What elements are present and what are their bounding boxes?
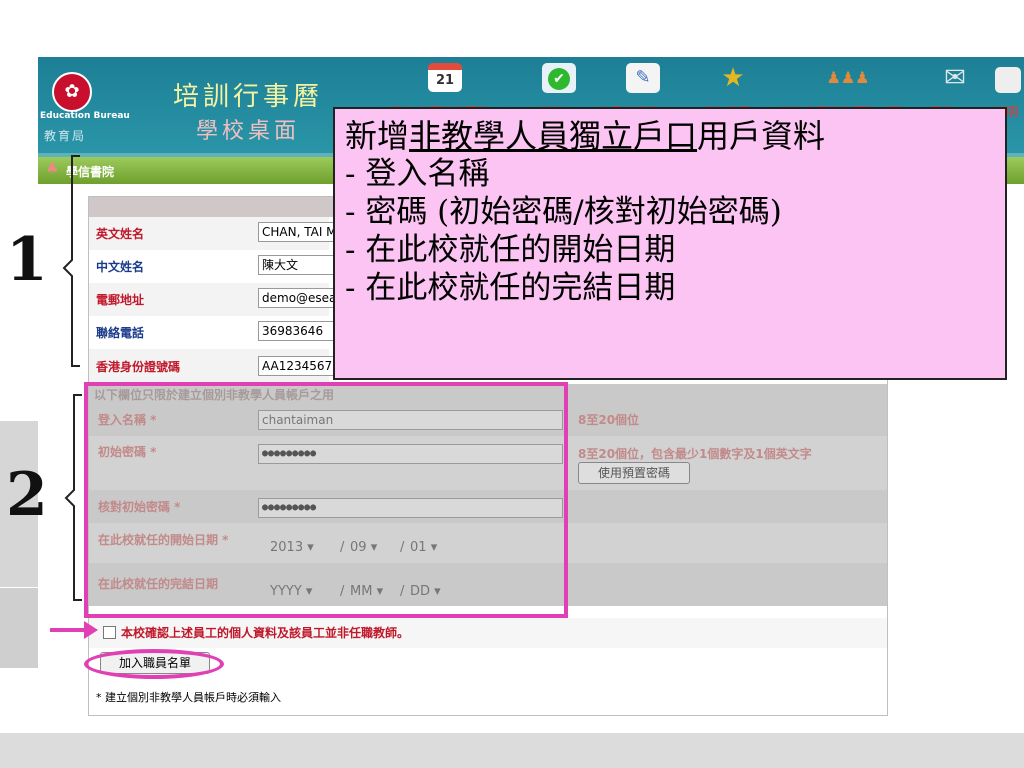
hk-emblem-logo: ✿ (52, 72, 92, 112)
arrow-right-icon (84, 621, 98, 639)
callout-line: - 在此校就任的完結日期 (345, 270, 676, 306)
callout-title-underlined: 非教學人員獨立戶口 (409, 117, 698, 155)
star-icon[interactable]: ★ (716, 63, 750, 93)
calendar-icon[interactable]: 21 (428, 63, 462, 92)
callout-title-pre: 新增 (345, 117, 410, 155)
left-grey-block-lower (0, 588, 38, 668)
approve-check-icon[interactable]: ✔ (542, 63, 576, 93)
login-name-hint: 8至20個位 (578, 413, 640, 427)
edb-name-en: Education Bureau (40, 111, 130, 121)
callout-line: - 在此校就任的開始日期 (345, 232, 676, 268)
highlight-box (84, 382, 568, 618)
edb-name-zh: 教育局 (44, 129, 87, 143)
english-name-label: 英文姓名 (96, 227, 145, 241)
callout-title-post: 用戶資料 (697, 117, 826, 155)
callout-title: 新增非教學人員獨立戶口用戶資料 (345, 117, 1005, 155)
people-group-icon[interactable]: ♟♟♟ (826, 63, 870, 93)
phone-label: 聯絡電話 (96, 326, 145, 340)
app-title: 培訓行事曆 (173, 82, 324, 112)
use-preset-password-button[interactable]: 使用預置密碼 (578, 462, 690, 484)
school-icon: ♣ (46, 161, 59, 177)
email-label: 電郵地址 (96, 293, 145, 307)
chinese-name-label: 中文姓名 (96, 260, 145, 274)
arrow-shaft (50, 628, 88, 632)
check-mark-icon: ✔ (548, 68, 570, 90)
annotation-number-1: 1 (6, 225, 48, 295)
callout-line: - 登入名稱 (345, 156, 490, 192)
annotation-callout: 新增非教學人員獨立戶口用戶資料 - 登入名稱 - 密碼 (初始密碼/核對初始密碼… (333, 107, 1007, 380)
required-footnote: * 建立個別非教學人員帳戶時必須輸入 (96, 691, 281, 704)
edit-note-icon[interactable]: ✎ (626, 63, 660, 93)
bracket-2 (64, 394, 82, 601)
confirm-text: 本校確認上述員工的個人資料及該員工並非任職教師。 (121, 626, 410, 640)
confirm-checkbox[interactable] (103, 626, 116, 639)
annotation-number-2: 2 (6, 460, 48, 530)
help-icon[interactable] (995, 67, 1021, 93)
bracket-1 (62, 155, 80, 367)
callout-line: - 密碼 (初始密碼/核對初始密碼) (345, 194, 782, 230)
highlight-oval (84, 649, 224, 679)
hkid-label: 香港身份證號碼 (96, 360, 181, 374)
mail-icon[interactable]: ✉ (938, 63, 972, 93)
bottom-band (0, 733, 1024, 768)
app-subtitle: 學校桌面 (196, 119, 301, 144)
password-hint: 8至20個位，包含最少1個數字及1個英文字 (578, 447, 812, 461)
